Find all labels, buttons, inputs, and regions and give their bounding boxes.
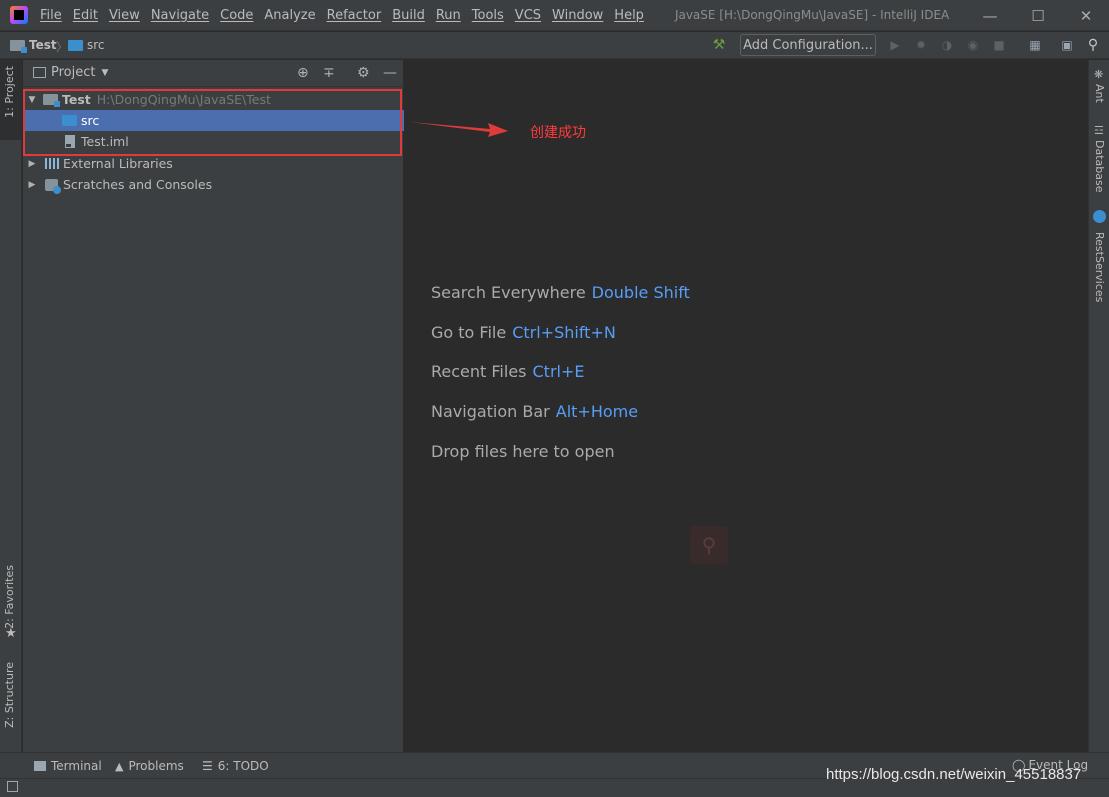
library-icon [45,158,59,169]
hint-shortcut: Ctrl+E [532,362,585,381]
hint-shortcut: Double Shift [591,283,690,302]
maximize-button[interactable]: ☐ [1015,0,1061,31]
expand-arrow-icon: ▶ [28,158,36,169]
debug-icon[interactable]: ✹ [914,38,928,52]
tab-terminal[interactable]: Terminal [34,759,102,773]
module-folder-icon [10,39,27,53]
menu-edit[interactable]: Edit [73,8,98,23]
tab-project[interactable]: 1: Project [3,66,16,118]
hint-navigation-bar: Navigation Bar Alt+Home [431,402,638,421]
menu-refactor[interactable]: Refactor [327,8,382,23]
hint-recent-files: Recent Files Ctrl+E [431,362,584,381]
intellij-logo-icon [10,6,28,24]
menu-build[interactable]: Build [392,8,425,23]
chevron-down-icon: ▼ [101,67,109,78]
tab-ant[interactable]: Ant [1093,84,1106,103]
star-icon: ★ [5,626,17,641]
project-panel-header: Project ▼ ⊕ ∓ ⚙ — [23,60,404,87]
tab-problems-label: Problems [128,759,184,773]
project-view-label: Project [51,65,96,80]
project-view-selector[interactable]: Project ▼ [33,65,108,80]
annotation-highlight-box [23,89,402,156]
breadcrumb-src-label: src [87,38,105,52]
hint-shortcut: Alt+Home [555,402,639,421]
breadcrumb-separator: 〉 [56,40,69,54]
annotation-text: 创建成功 [530,125,586,141]
tab-terminal-label: Terminal [51,759,102,773]
hint-search-everywhere: Search Everywhere Double Shift [431,283,690,302]
gear-icon[interactable]: ⚙ [357,65,370,81]
stop-icon[interactable]: ■ [992,38,1006,52]
menu-help[interactable]: Help [614,8,644,23]
toggle-tool-windows-icon[interactable] [7,781,18,792]
ant-icon: ❋ [1094,68,1104,81]
rest-services-icon [1093,210,1106,223]
source-folder-icon [68,39,83,51]
annotation-arrow-icon [410,122,508,137]
tab-todo[interactable]: ☰ 6: TODO [202,759,269,773]
warning-icon: ▲ [115,759,124,773]
editor-area[interactable]: Search Everywhere Double Shift Go to File… [405,60,1087,752]
coverage-icon[interactable]: ◑ [940,38,954,52]
window-title: JavaSE [H:\DongQingMu\JavaSE] - IntelliJ… [674,8,950,22]
hint-drop-files: Drop files here to open [431,442,615,461]
tab-structure[interactable]: Z: Structure [3,662,16,728]
hint-label: Navigation Bar [431,402,550,421]
tab-todo-label: 6: TODO [217,759,269,773]
tree-item-external-libraries[interactable]: ▶ External Libraries [23,153,404,174]
tree-item-scratches-label: Scratches and Consoles [63,177,213,192]
presentation-icon[interactable]: ▣ [1060,38,1074,52]
run-icon[interactable]: ▶ [888,38,902,52]
tab-rest-services[interactable]: RestServices [1093,232,1106,302]
collapse-all-icon[interactable]: ∓ [323,65,335,81]
add-configuration-button[interactable]: Add Configuration... [740,34,876,56]
expand-arrow-icon: ▶ [28,179,36,190]
navigation-bar: Test 〉 src ⚒ Add Configuration... ▶ ✹ ◑ … [0,32,1109,59]
menu-tools[interactable]: Tools [472,8,504,23]
breadcrumb-project[interactable]: Test [10,38,57,53]
menu-vcs[interactable]: VCS [515,8,541,23]
profile-icon[interactable]: ◉ [966,38,980,52]
hide-icon[interactable]: — [383,65,397,81]
tab-database[interactable]: Database [1093,140,1106,193]
tree-item-scratches[interactable]: ▶ Scratches and Consoles [23,174,404,195]
hint-label: Search Everywhere [431,283,586,302]
watermark-url: https://blog.csdn.net/weixin_45518837 [826,766,1082,783]
menu-analyze[interactable]: Analyze [264,8,315,23]
tab-favorites[interactable]: 2: Favorites [3,565,16,629]
breadcrumb-src[interactable]: src [68,38,105,52]
menu-view[interactable]: View [109,8,140,23]
database-icon: ☲ [1094,124,1104,137]
hint-shortcut: Ctrl+Shift+N [512,323,616,342]
hint-go-to-file: Go to File Ctrl+Shift+N [431,323,616,342]
menu-run[interactable]: Run [436,8,461,23]
project-panel: Project ▼ ⊕ ∓ ⚙ — ▼ Test H:\DongQingMu\J… [23,60,404,752]
left-tool-strip: 1: Project 2: Favorites ★ Z: Structure [0,60,22,752]
menu-window[interactable]: Window [552,8,603,23]
terminal-icon [34,761,46,771]
locate-icon[interactable]: ⊕ [297,65,309,81]
close-button[interactable]: ✕ [1063,0,1109,31]
search-watermark-icon: ⚲ [690,526,728,564]
hint-label: Drop files here to open [431,442,615,461]
tree-item-libraries-label: External Libraries [63,156,173,171]
hint-label: Go to File [431,323,507,342]
todo-list-icon: ☰ [202,759,213,773]
menu-file[interactable]: File [40,8,62,23]
scratches-icon [45,178,61,194]
hint-label: Recent Files [431,362,527,381]
menu-navigate[interactable]: Navigate [151,8,209,23]
project-view-icon [33,67,46,78]
project-structure-icon[interactable]: ▦ [1028,38,1042,52]
minimize-button[interactable]: — [967,0,1013,31]
tab-problems[interactable]: ▲ Problems [115,759,184,773]
menu-code[interactable]: Code [220,8,253,23]
search-icon[interactable]: ⚲ [1086,37,1100,53]
breadcrumb-project-label: Test [29,38,57,52]
title-bar: File Edit View Navigate Code Analyze Ref… [0,0,1109,31]
right-tool-strip: ❋ Ant ☲ Database RestServices [1088,60,1109,752]
build-hammer-icon[interactable]: ⚒ [712,37,726,53]
